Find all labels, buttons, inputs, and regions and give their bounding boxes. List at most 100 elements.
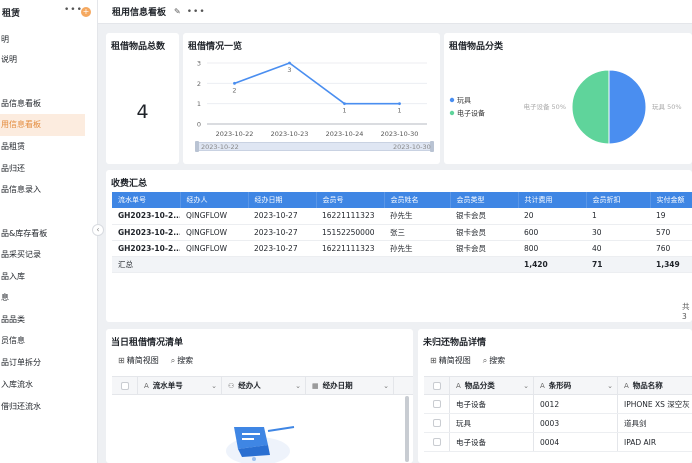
total-cell: [180, 256, 248, 273]
checkbox[interactable]: [432, 381, 441, 390]
sidebar-item[interactable]: 品归还: [0, 158, 85, 180]
unreturned-grid: A 物品分类 ⌄ A 条形码 ⌄ A 物品名称 电子设备 0012 IPHONE XS 深…: [424, 376, 692, 452]
sidebar: 租赁 ••• + 明 说明 品信息看板 用信息看板 品租赁 品归还 品信息录入 …: [0, 0, 98, 463]
checkbox[interactable]: [432, 419, 441, 427]
text-field-icon: A: [144, 381, 149, 390]
table-row[interactable]: 电子设备 0012 IPHONE XS 深空灰: [424, 395, 692, 414]
row-select-cell[interactable]: [424, 433, 450, 451]
table-cell: 张三: [384, 224, 450, 241]
row-select-cell[interactable]: [424, 395, 450, 413]
search-button[interactable]: ⌕ 搜索: [171, 355, 193, 366]
checkbox[interactable]: [120, 381, 129, 390]
collapse-sidebar-icon[interactable]: ‹: [92, 224, 104, 236]
sidebar-item[interactable]: 品租赁: [0, 136, 85, 158]
column-header[interactable]: ▦ 经办日期 ⌄: [306, 377, 394, 394]
column-header[interactable]: 流水单号: [112, 192, 181, 208]
sidebar-item[interactable]: 品品类: [0, 309, 85, 331]
table-cell: 玩具: [450, 414, 534, 432]
sidebar-item[interactable]: 品信息看板: [0, 93, 85, 115]
column-header[interactable]: 共计费用: [518, 192, 587, 208]
table-row[interactable]: 玩具 0003 道具剑: [424, 414, 692, 433]
chevron-down-icon[interactable]: ⌄: [383, 382, 389, 390]
chevron-down-icon[interactable]: ⌄: [295, 382, 301, 390]
sidebar-item-label: 用信息看板: [1, 120, 41, 129]
pie-slice[interactable]: [608, 69, 647, 145]
total-cell: [450, 256, 518, 273]
row-select-cell[interactable]: [424, 414, 450, 432]
sidebar-item-label: 借归还流水: [1, 402, 41, 411]
slice-label: 玩具 50%: [652, 103, 682, 111]
summary-table: 流水单号 经办人 经办日期 会员号 会员姓名 会员类型 共计费用 会员折扣 实付金额 GH202…: [112, 192, 692, 273]
sidebar-item-label: 品&库存看板: [1, 229, 48, 238]
sidebar-item[interactable]: 品&库存看板: [0, 223, 85, 245]
table-cell: GH2023-10-2...: [112, 208, 180, 225]
sidebar-item[interactable]: 借归还流水: [0, 396, 85, 418]
view-button[interactable]: ⊞ 精简视图: [430, 355, 471, 366]
checkbox[interactable]: [432, 438, 441, 446]
sidebar-item[interactable]: 息: [0, 287, 85, 309]
search-button[interactable]: ⌕ 搜索: [483, 355, 505, 366]
summary-table-wrap: 流水单号 经办人 经办日期 会员号 会员姓名 会员类型 共计费用 会员折扣 实付金额 GH202…: [112, 192, 692, 273]
sidebar-item[interactable]: 明: [0, 29, 85, 51]
select-all-cell[interactable]: [424, 377, 450, 394]
table-footer: 共3: [682, 302, 690, 321]
sidebar-item-label: 品租赁: [1, 142, 25, 151]
sidebar-item[interactable]: 品采买记录: [0, 244, 85, 266]
slider-handle-left[interactable]: [195, 141, 199, 152]
pie-slice[interactable]: [571, 69, 610, 145]
app-title: 租赁: [2, 8, 21, 19]
data-label: 2: [232, 86, 236, 94]
column-header[interactable]: 会员类型: [450, 192, 519, 208]
sidebar-item[interactable]: 说明: [0, 49, 85, 71]
slider-start-label: 2023-10-22: [201, 143, 239, 151]
chevron-down-icon[interactable]: ⌄: [523, 382, 529, 390]
select-all-cell[interactable]: [112, 377, 138, 394]
column-header[interactable]: 经办日期: [248, 192, 317, 208]
sidebar-item[interactable]: 品入库: [0, 266, 85, 288]
page-title: 租用信息看板: [112, 8, 167, 18]
sidebar-item-label: 品订单拆分: [1, 358, 41, 367]
sidebar-item-active[interactable]: 用信息看板: [0, 114, 85, 136]
card-title: 未归还物品详情: [423, 338, 487, 348]
x-tick-label: 2023-10-24: [326, 130, 364, 138]
column-header[interactable]: 经办人: [180, 192, 249, 208]
column-header[interactable]: 会员号: [316, 192, 385, 208]
column-label: 物品分类: [464, 381, 495, 390]
table-row[interactable]: GH2023-10-2... QINGFLOW 2023-10-27 16221111…: [112, 240, 692, 257]
column-header[interactable]: 会员折扣: [586, 192, 651, 208]
scrollbar[interactable]: [405, 396, 409, 462]
table-cell: 电子设备: [450, 395, 534, 413]
table-row[interactable]: GH2023-10-2... QINGFLOW 2023-10-27 15152250…: [112, 224, 692, 241]
x-tick-label: 2023-10-22: [216, 130, 254, 138]
sidebar-item-label: 品信息看板: [1, 99, 41, 108]
column-header[interactable]: A 流水单号 ⌄: [138, 377, 222, 394]
view-button[interactable]: ⊞ 精简视图: [118, 355, 159, 366]
table-row[interactable]: GH2023-10-2... QINGFLOW 2023-10-27 16221111…: [112, 208, 692, 225]
sidebar-item[interactable]: 品订单拆分: [0, 352, 85, 374]
table-cell: QINGFLOW: [180, 240, 248, 257]
column-header[interactable]: 实付金额: [650, 192, 692, 208]
sidebar-item[interactable]: 品信息录入: [0, 179, 85, 201]
sidebar-item[interactable]: 入库流水: [0, 374, 85, 396]
column-header[interactable]: A 物品名称: [618, 377, 692, 394]
column-header[interactable]: A 物品分类 ⌄: [450, 377, 534, 394]
table-cell: 孙先生: [384, 208, 450, 225]
more-icon[interactable]: •••: [64, 5, 83, 15]
sidebar-item-label: 品采买记录: [1, 250, 41, 259]
column-label: 经办日期: [322, 381, 353, 390]
table-cell: GH2023-10-2...: [112, 240, 180, 257]
edit-icon[interactable]: ✎: [174, 7, 181, 16]
sidebar-item-label: 入库流水: [1, 380, 33, 389]
chevron-down-icon[interactable]: ⌄: [211, 382, 217, 390]
chevron-down-icon[interactable]: ⌄: [607, 382, 613, 390]
more-icon[interactable]: •••: [187, 7, 206, 17]
checkbox[interactable]: [432, 400, 441, 408]
sidebar-item[interactable]: 员信息: [0, 330, 85, 352]
column-header[interactable]: ⚇ 经办人 ⌄: [222, 377, 306, 394]
slice-label: 电子设备 50%: [523, 102, 566, 111]
column-header[interactable]: A 条形码 ⌄: [534, 377, 618, 394]
column-header[interactable]: 会员姓名: [384, 192, 451, 208]
add-icon[interactable]: +: [81, 7, 91, 17]
table-row[interactable]: 电子设备 0004 IPAD AIR: [424, 433, 692, 452]
date-field-icon: ▦: [312, 381, 319, 390]
